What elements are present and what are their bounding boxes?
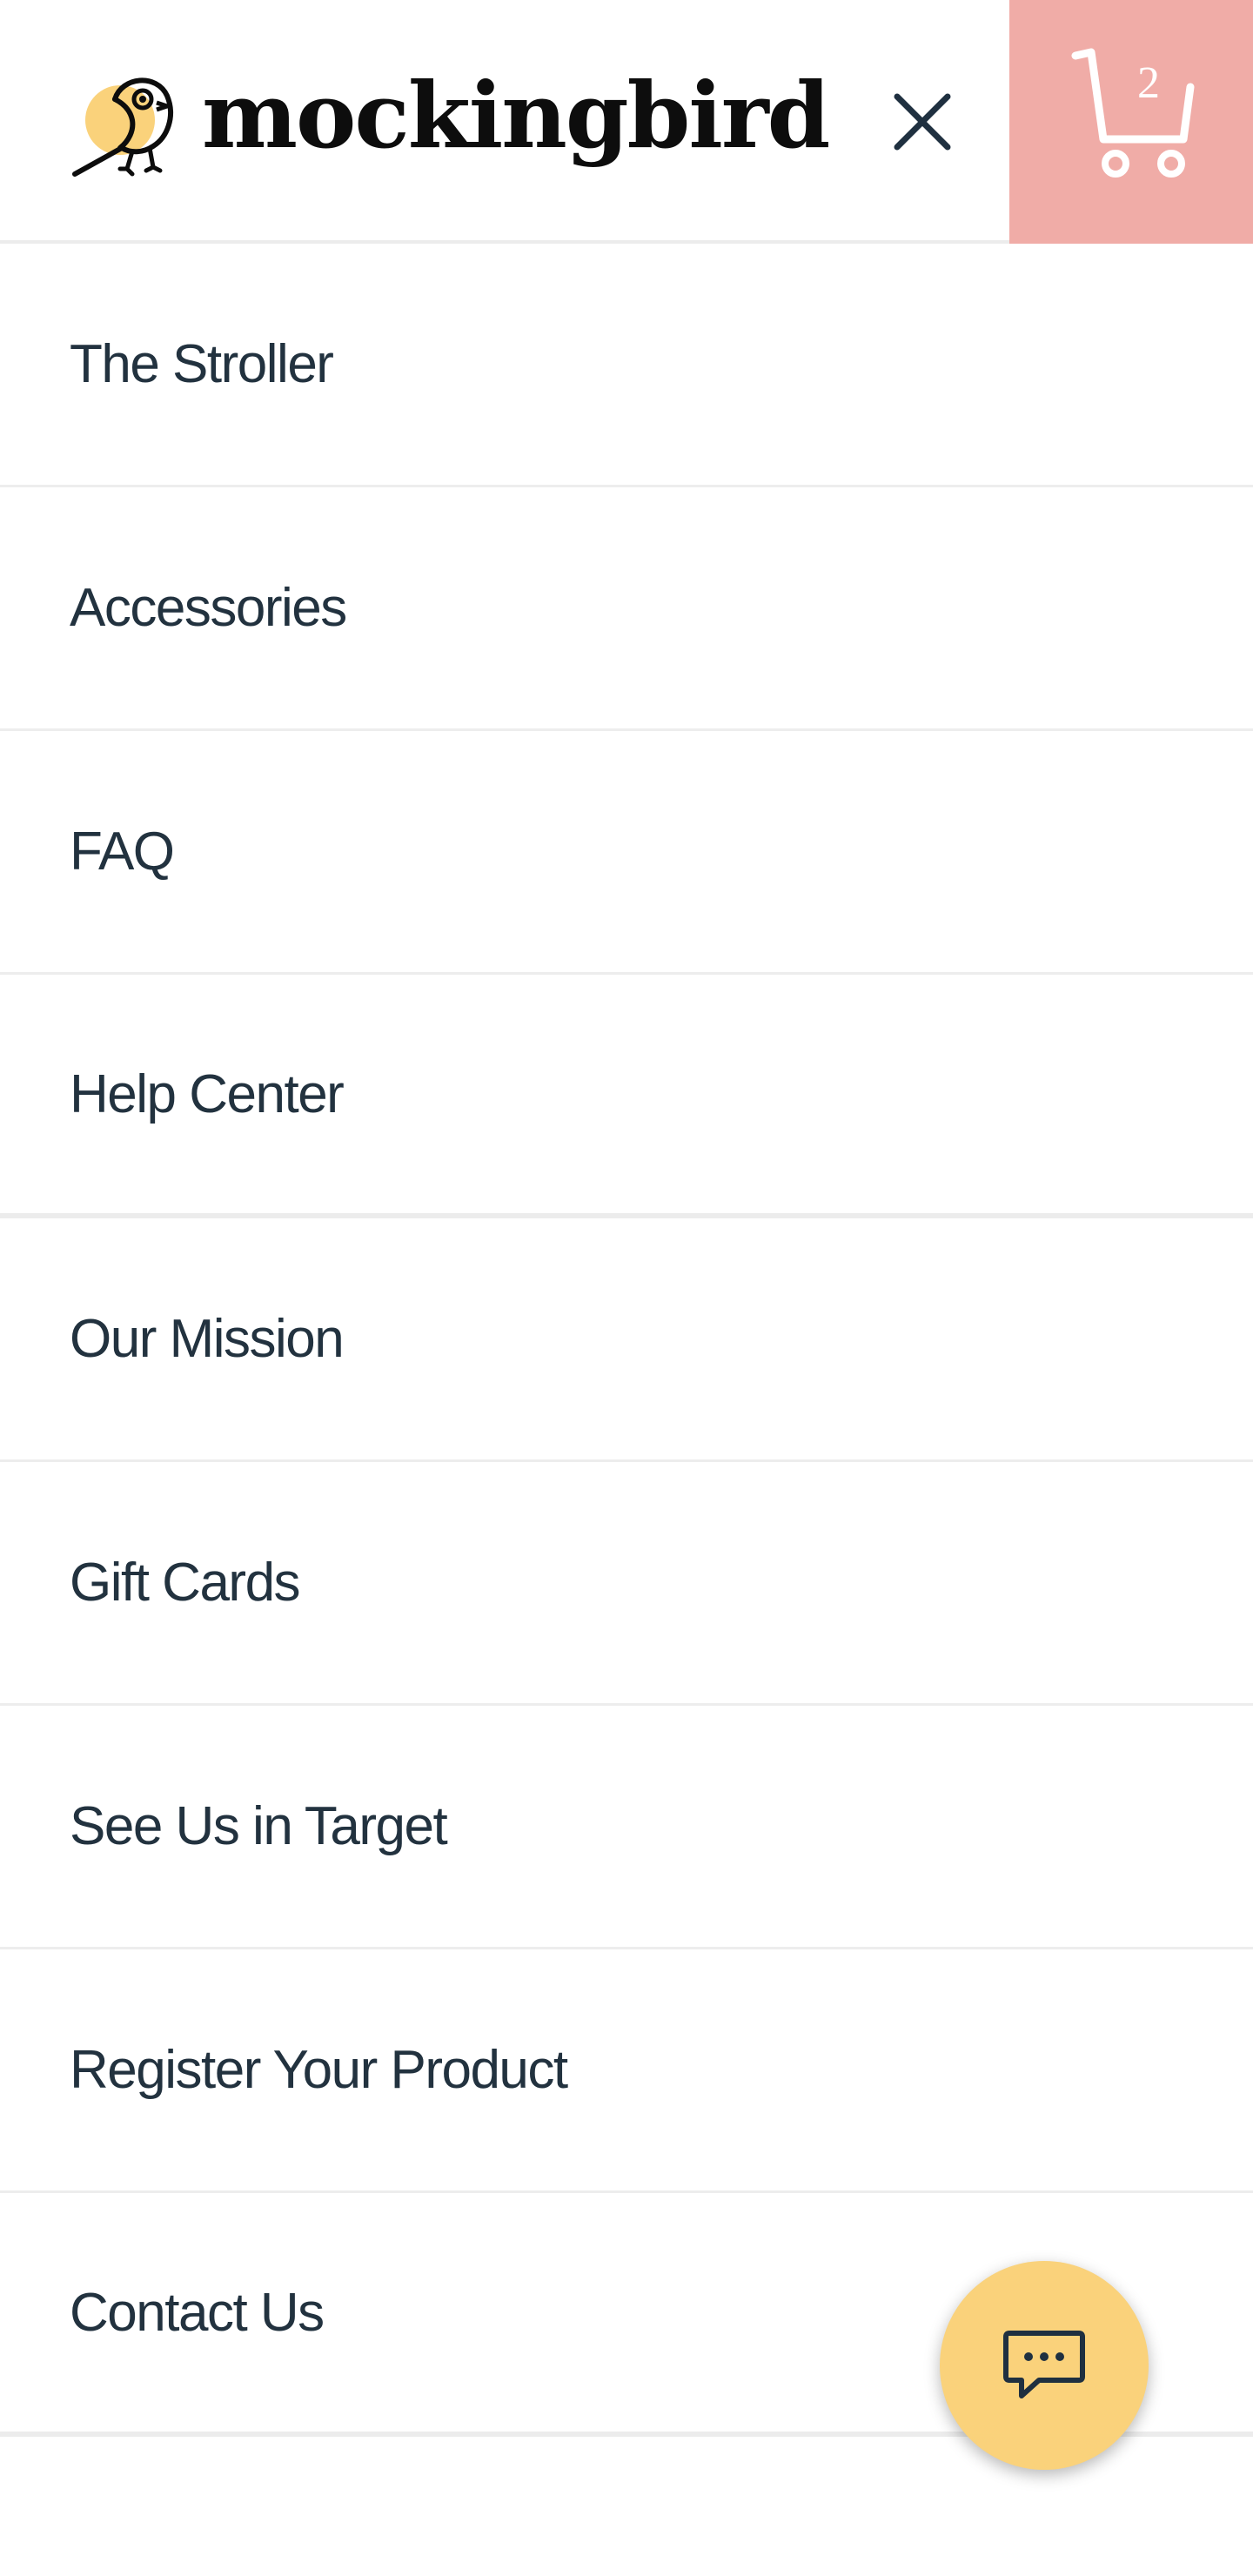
menu-item-accessories[interactable]: Accessories [0,487,1253,731]
chat-bubble-icon [1003,2331,1085,2398]
menu-item-label: Register Your Product [70,2040,568,2100]
menu-item-label: Our Mission [70,1309,345,1369]
menu-item-see-us-in-target[interactable]: See Us in Target [0,1706,1253,1949]
menu-item-label: FAQ [70,822,175,882]
menu-item-the-stroller[interactable]: The Stroller [0,244,1253,487]
brand-name: mockingbird [202,62,830,169]
brand-logo[interactable]: mockingbird [70,62,830,179]
menu-item-label: Gift Cards [70,1553,301,1613]
site-header: mockingbird 2 [0,0,1253,244]
menu-item-register-your-product[interactable]: Register Your Product [0,1949,1253,2193]
menu-item-label: The Stroller [70,334,334,394]
menu-item-our-mission[interactable]: Our Mission [0,1218,1253,1462]
menu-item-faq[interactable]: FAQ [0,731,1253,975]
navigation-menu: The Stroller Accessories FAQ Help Center… [0,244,1253,2437]
close-icon [894,93,951,151]
menu-item-gift-cards[interactable]: Gift Cards [0,1462,1253,1706]
menu-item-label: Accessories [70,578,347,638]
close-menu-button[interactable] [879,78,966,165]
bird-logo-icon [72,77,173,177]
chat-button[interactable] [940,2261,1149,2470]
menu-item-label: Help Center [70,1063,345,1124]
menu-item-label: Contact Us [70,2282,325,2343]
menu-item-label: See Us in Target [70,1796,448,1856]
menu-item-help-center[interactable]: Help Center [0,975,1253,1218]
cart-button[interactable]: 2 [1009,0,1253,244]
cart-count-badge: 2 [1137,58,1160,108]
